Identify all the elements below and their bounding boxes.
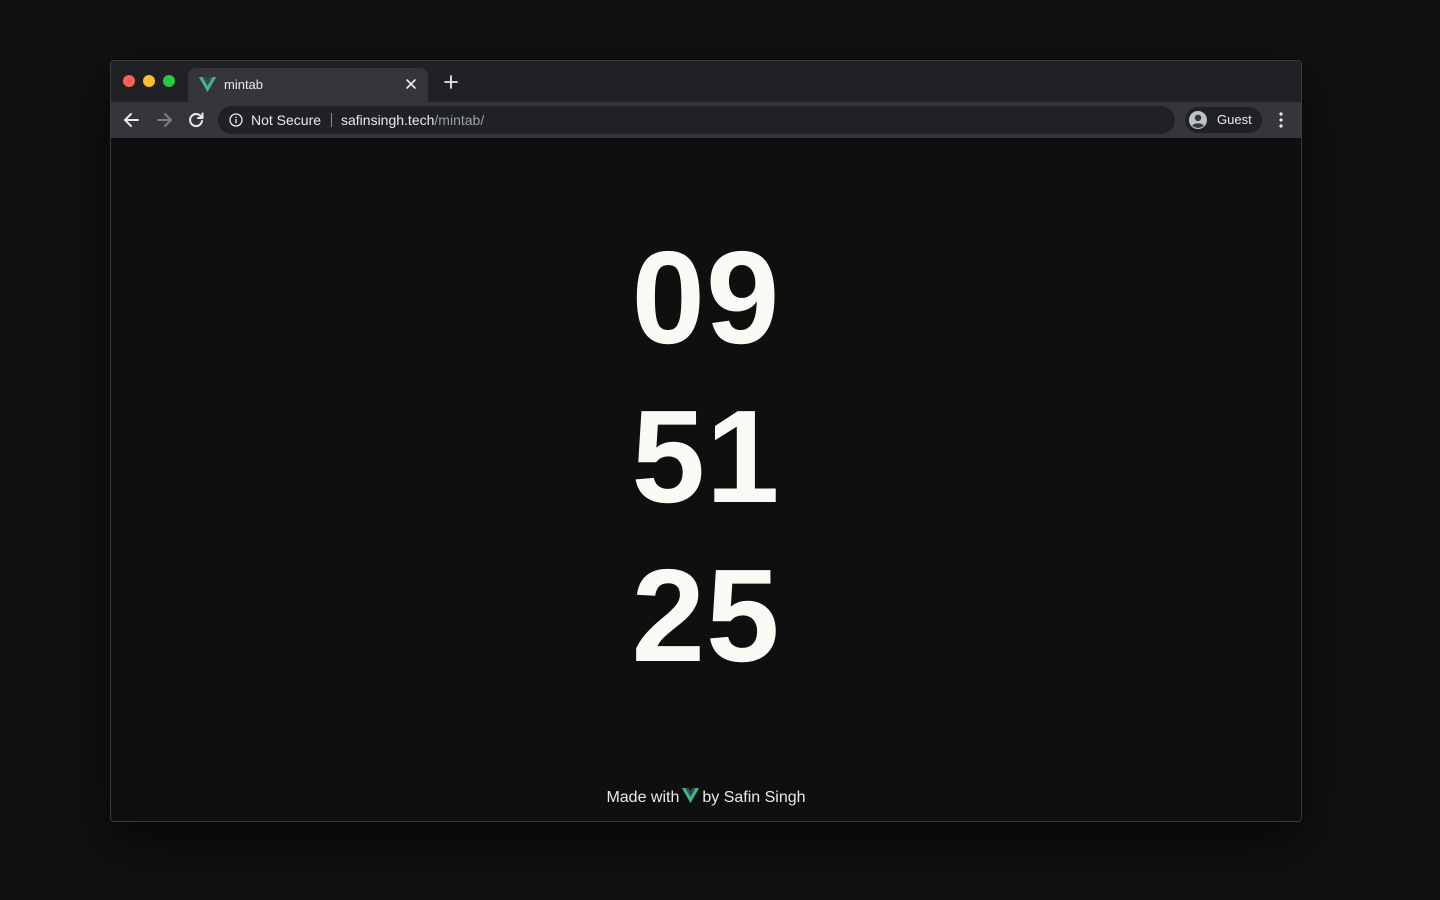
omnibox-separator [331, 113, 332, 127]
clock-hours: 09 [631, 224, 781, 371]
browser-menu-button[interactable] [1271, 109, 1291, 131]
reload-icon [189, 112, 204, 128]
page-content: 09 51 25 Made with by Safin Singh [111, 138, 1301, 821]
arrow-right-icon [157, 113, 172, 127]
tab-title: mintab [224, 77, 264, 92]
browser-toolbar: Not Secure safinsingh.tech/mintab/ Guest [111, 102, 1301, 138]
plus-icon[interactable] [441, 72, 461, 92]
profile-label: Guest [1217, 112, 1252, 127]
clock-seconds: 25 [631, 542, 781, 689]
profile-button[interactable]: Guest [1185, 107, 1262, 133]
footer-prefix: Made with [606, 789, 680, 806]
person-avatar-icon [1189, 111, 1207, 129]
url-host: safinsingh.tech [341, 112, 435, 128]
vue-logo-icon [682, 788, 700, 803]
clock-minutes: 51 [631, 383, 781, 530]
tab-strip: mintab [111, 61, 1301, 102]
back-button[interactable] [121, 109, 143, 131]
address-bar[interactable]: Not Secure safinsingh.tech/mintab/ [218, 106, 1175, 134]
close-icon[interactable] [403, 76, 419, 92]
footer-credit: Made with by Safin Singh [111, 788, 1301, 807]
minimize-window-button[interactable] [143, 75, 155, 87]
kebab-menu-icon [1279, 112, 1283, 128]
vue-logo-icon [199, 77, 216, 92]
footer-suffix: by Safin Singh [702, 789, 806, 806]
browser-window: mintab Not Secure safinsingh.tech/mintab… [110, 60, 1302, 822]
arrow-left-icon [124, 113, 139, 127]
url-path: /mintab/ [434, 112, 485, 128]
reload-button[interactable] [185, 109, 207, 131]
tab-mintab[interactable]: mintab [188, 68, 428, 102]
close-window-button[interactable] [123, 75, 135, 87]
url-text[interactable]: safinsingh.tech/mintab/ [341, 112, 484, 128]
security-status[interactable]: Not Secure [251, 112, 321, 128]
forward-button[interactable] [153, 109, 175, 131]
maximize-window-button[interactable] [163, 75, 175, 87]
info-icon[interactable] [229, 113, 243, 127]
